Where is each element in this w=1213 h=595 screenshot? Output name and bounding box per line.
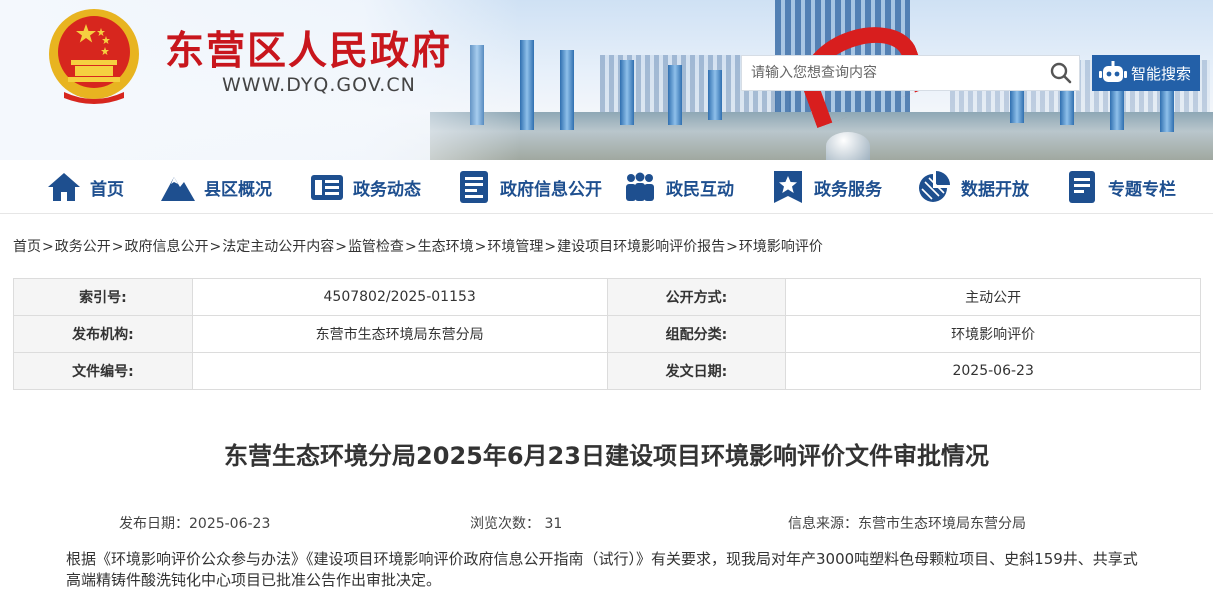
table-row: 文件编号: 发文日期: 2025-06-23 — [13, 352, 1201, 390]
nav-item-label: 政务服务 — [814, 179, 882, 200]
banner-pillar — [560, 50, 574, 130]
breadcrumb-link[interactable]: 政务公开 — [55, 239, 111, 255]
people-icon — [622, 169, 658, 205]
nav-item-topics[interactable]: 专题专栏 — [1064, 160, 1176, 214]
breadcrumb: 首页>政务公开>政府信息公开>法定主动公开内容>监管检查>生态环境>环境管理>建… — [13, 239, 823, 255]
pie-chart-icon — [917, 169, 953, 205]
breadcrumb-link[interactable]: 建设项目环境影响评价报告 — [557, 239, 725, 255]
table-row: 发布机构: 东营市生态环境局东营分局 组配分类: 环境影响评价 — [13, 315, 1201, 353]
nav-item-home[interactable]: 首页 — [46, 160, 124, 214]
site-url: WWW.DYQ.GOV.CN — [222, 74, 416, 96]
nav-item-interaction[interactable]: 政民互动 — [622, 160, 734, 214]
nav-item-services[interactable]: 政务服务 — [770, 160, 882, 214]
issue-date-value: 2025-06-23 — [785, 352, 1201, 390]
nav-item-label: 政民互动 — [666, 179, 734, 200]
issue-date-label: 发文日期: — [606, 352, 787, 390]
document-icon — [1064, 169, 1100, 205]
breadcrumb-link[interactable]: 环境管理 — [487, 239, 543, 255]
banner-pillar — [620, 60, 634, 125]
doc-number-label: 文件编号: — [13, 352, 193, 390]
nav-item-news[interactable]: 政务动态 — [309, 160, 421, 214]
search-bar — [741, 55, 1080, 91]
banner-pillar — [668, 65, 682, 125]
id-card-icon — [456, 169, 492, 205]
banner-pillar — [520, 40, 534, 130]
search-icon[interactable] — [1043, 56, 1079, 90]
breadcrumb-link[interactable]: 生态环境 — [418, 239, 474, 255]
breadcrumb-link[interactable]: 监管检查 — [348, 239, 404, 255]
view-count: 浏览次数： 31 — [470, 516, 563, 532]
robot-icon — [1099, 61, 1127, 82]
nav-item-info-public[interactable]: 政府信息公开 — [456, 160, 602, 214]
banner-sphere — [826, 132, 870, 160]
publisher-value: 东营市生态环境局东营分局 — [191, 315, 608, 353]
nav-item-label: 县区概况 — [204, 179, 272, 200]
national-emblem-icon — [49, 9, 139, 104]
home-icon — [46, 169, 82, 205]
nav-item-label: 政府信息公开 — [500, 179, 602, 200]
nav-item-label: 政务动态 — [353, 179, 421, 200]
document-meta-table: 索引号: 4507802/2025-01153 公开方式: 主动公开 发布机构:… — [13, 278, 1201, 390]
star-bookmark-icon — [770, 169, 806, 205]
index-label: 索引号: — [13, 278, 193, 316]
category-value: 环境影响评价 — [785, 315, 1201, 353]
index-value: 4507802/2025-01153 — [191, 278, 608, 316]
site-name: 东营区人民政府 — [165, 28, 453, 74]
mountain-icon — [160, 169, 196, 205]
breadcrumb-link[interactable]: 首页 — [13, 239, 41, 255]
smart-search-button[interactable]: 智能搜索 — [1092, 55, 1200, 91]
nav-item-label: 专题专栏 — [1108, 179, 1176, 200]
public-method-value: 主动公开 — [785, 278, 1201, 316]
breadcrumb-link[interactable]: 政府信息公开 — [124, 239, 208, 255]
nav-item-overview[interactable]: 县区概况 — [160, 160, 272, 214]
nav-item-label: 数据开放 — [961, 179, 1029, 200]
banner-pillar — [708, 70, 722, 120]
news-icon — [309, 169, 345, 205]
category-label: 组配分类: — [606, 315, 787, 353]
article-title: 东营生态环境分局2025年6月23日建设项目环境影响评价文件审批情况 — [224, 442, 989, 470]
header-banner: 东营区人民政府 WWW.DYQ.GOV.CN 智能搜索 — [0, 0, 1213, 160]
public-method-label: 公开方式: — [606, 278, 787, 316]
doc-number-value — [191, 352, 608, 390]
breadcrumb-link[interactable]: 环境影响评价 — [739, 239, 823, 255]
breadcrumb-link[interactable]: 法定主动公开内容 — [222, 239, 334, 255]
article-body: 根据《环境影响评价公众参与办法》《建设项目环境影响评价政府信息公开指南（试行）》… — [66, 550, 1138, 589]
table-row: 索引号: 4507802/2025-01153 公开方式: 主动公开 — [13, 278, 1201, 316]
publisher-label: 发布机构: — [13, 315, 193, 353]
info-source: 信息来源：东营市生态环境局东营分局 — [788, 516, 1026, 532]
smart-search-label: 智能搜索 — [1131, 64, 1192, 83]
main-nav: 首页 县区概况 政务动态 政府信息公开 政民互动 政务服务 数据开放 专题专栏 — [0, 160, 1213, 214]
nav-item-label: 首页 — [90, 179, 124, 200]
publish-date: 发布日期：2025-06-23 — [119, 516, 271, 532]
search-input[interactable] — [742, 56, 1043, 90]
nav-item-open-data[interactable]: 数据开放 — [917, 160, 1029, 214]
